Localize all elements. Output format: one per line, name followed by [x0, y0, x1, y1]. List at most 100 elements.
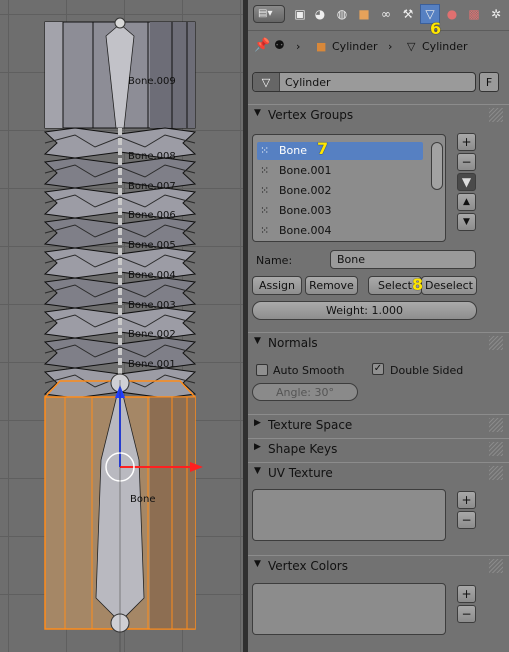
breadcrumb-mesh[interactable]: Cylinder: [422, 40, 468, 53]
remove-vertex-color-button[interactable]: −: [457, 605, 476, 623]
mesh-data-icon: ▽: [407, 40, 416, 53]
vertex-group-icon: ⁙: [260, 184, 270, 197]
add-uv-texture-button[interactable]: +: [457, 491, 476, 509]
properties-editor-icon: ▤▾: [258, 8, 273, 19]
bone-label: Bone: [130, 494, 156, 505]
menu-down-icon: ▼: [461, 175, 472, 189]
object-icon[interactable]: ■: [354, 4, 374, 24]
vertex-group-icon: ⁙: [260, 144, 270, 157]
render-icon[interactable]: ▣: [290, 4, 310, 24]
plus-icon: +: [461, 135, 472, 149]
world-icon[interactable]: ◍: [332, 4, 352, 24]
collapse-triangle-down-icon: ▼: [254, 108, 261, 118]
bone-label: Bone.008: [128, 151, 176, 162]
mesh-name[interactable]: Cylinder: [285, 76, 331, 89]
remove-button[interactable]: Remove: [305, 276, 358, 295]
vertex-colors-list[interactable]: [252, 583, 446, 635]
bone-label: Bone.009: [128, 76, 176, 87]
constraints-icon[interactable]: ∞: [376, 4, 396, 24]
vertex-group-list[interactable]: ⁙ Bone ⁙ Bone.001 ⁙ Bone.002 ⁙ Bone.003 …: [252, 134, 446, 242]
list-item[interactable]: ⁙ Bone.001: [257, 162, 423, 180]
bone-label: Bone.002: [128, 329, 176, 340]
particles-icon[interactable]: ✲: [486, 4, 506, 24]
double-sided-label: Double Sided: [390, 364, 464, 377]
assign-button[interactable]: Assign: [252, 276, 302, 295]
scene-data-icon: ⚉: [274, 38, 285, 52]
pin-icon[interactable]: 📌: [254, 38, 270, 53]
editor-type-button[interactable]: ▤▾: [253, 5, 285, 23]
mesh-data-icon[interactable]: ▽: [253, 73, 280, 91]
properties-panel: ▤▾ ▣ ◕ ◍ ■ ∞ ⚒ ▽ ● ▩ ✲ 6 📌 ⚉ › ■ Cylinde…: [248, 0, 509, 652]
double-sided-checkbox[interactable]: ✓: [372, 363, 384, 375]
section-title: Vertex Groups: [268, 108, 354, 122]
vertex-group-icon: ⁙: [260, 164, 270, 177]
section-title: Shape Keys: [268, 442, 338, 456]
bone-label: Bone.003: [128, 300, 176, 311]
auto-smooth-checkbox[interactable]: [256, 364, 268, 376]
properties-header: ▤▾ ▣ ◕ ◍ ■ ∞ ⚒ ▽ ● ▩ ✲ 6: [248, 0, 509, 38]
chevron-right-icon: ›: [388, 40, 393, 53]
3d-viewport[interactable]: Bone.009 Bone.008 Bone.007 Bone.006 Bone…: [0, 0, 243, 652]
list-scrollbar[interactable]: [431, 142, 443, 190]
drag-grip-icon[interactable]: [489, 559, 503, 573]
breadcrumb-object[interactable]: Cylinder: [332, 40, 378, 53]
section-title: UV Texture: [268, 466, 333, 480]
mesh-datablock-field[interactable]: ▽ Cylinder: [252, 72, 476, 92]
list-item[interactable]: ⁙ Bone.003: [257, 202, 423, 220]
vertex-groups-header[interactable]: ▼ Vertex Groups: [248, 104, 509, 125]
checkmark-icon: ✓: [373, 363, 383, 374]
vertex-group-specials-button[interactable]: ▼: [457, 173, 476, 191]
vertex-group-name-field[interactable]: Bone: [330, 250, 476, 269]
modifier-wrench-icon[interactable]: ⚒: [398, 4, 418, 24]
bone-label: Bone.007: [128, 181, 176, 192]
minus-icon: −: [461, 607, 472, 621]
vertex-group-icon: ⁙: [260, 204, 270, 217]
texture-space-header[interactable]: ▶ Texture Space: [248, 414, 509, 435]
vertex-group-icon: ⁙: [260, 224, 270, 237]
vertex-colors-header[interactable]: ▼ Vertex Colors: [248, 555, 509, 576]
angle-slider: Angle: 30°: [252, 383, 358, 401]
add-vertex-group-button[interactable]: +: [457, 133, 476, 151]
move-up-button[interactable]: ▲: [457, 193, 476, 211]
list-item[interactable]: ⁙ Bone.004: [257, 222, 423, 240]
annotation-7: 7: [317, 139, 329, 158]
annotation-8: 8: [412, 275, 424, 294]
remove-uv-texture-button[interactable]: −: [457, 511, 476, 529]
drag-grip-icon[interactable]: [489, 336, 503, 350]
drag-grip-icon[interactable]: [489, 442, 503, 456]
drag-grip-icon[interactable]: [489, 466, 503, 480]
fake-user-button[interactable]: F: [479, 72, 499, 92]
section-title: Normals: [268, 336, 318, 350]
weight-slider[interactable]: Weight: 1.000: [252, 301, 477, 320]
section-title: Vertex Colors: [268, 559, 348, 573]
add-vertex-color-button[interactable]: +: [457, 585, 476, 603]
material-icon[interactable]: ●: [442, 4, 462, 24]
list-item[interactable]: ⁙ Bone.002: [257, 182, 423, 200]
uv-texture-list[interactable]: [252, 489, 446, 541]
breadcrumb: 📌 ⚉ › ■ Cylinder › ▽ Cylinder: [248, 32, 509, 60]
bone-label: Bone.006: [128, 210, 176, 221]
normals-header[interactable]: ▼ Normals: [248, 332, 509, 353]
list-item[interactable]: ⁙ Bone: [257, 142, 423, 160]
drag-grip-icon[interactable]: [489, 108, 503, 122]
texture-icon[interactable]: ▩: [464, 4, 484, 24]
scene-icon[interactable]: ◕: [310, 4, 330, 24]
shape-keys-header[interactable]: ▶ Shape Keys: [248, 438, 509, 459]
uv-texture-header[interactable]: ▼ UV Texture: [248, 462, 509, 483]
remove-vertex-group-button[interactable]: −: [457, 153, 476, 171]
bone-label: Bone.004: [128, 270, 176, 281]
name-label: Name:: [256, 254, 293, 267]
plus-icon: +: [461, 493, 472, 507]
triangle-up-icon: ▲: [463, 197, 470, 207]
object-icon: ■: [316, 40, 327, 53]
deselect-button[interactable]: Deselect: [421, 276, 477, 295]
triangle-down-icon: ▼: [463, 217, 470, 227]
move-down-button[interactable]: ▼: [457, 213, 476, 231]
minus-icon: −: [461, 513, 472, 527]
drag-grip-icon[interactable]: [489, 418, 503, 432]
auto-smooth-label: Auto Smooth: [273, 364, 345, 377]
collapse-triangle-right-icon: ▶: [254, 442, 261, 452]
plus-icon: +: [461, 587, 472, 601]
blender-window: Bone.009 Bone.008 Bone.007 Bone.006 Bone…: [0, 0, 509, 652]
collapse-triangle-down-icon: ▼: [254, 336, 261, 346]
